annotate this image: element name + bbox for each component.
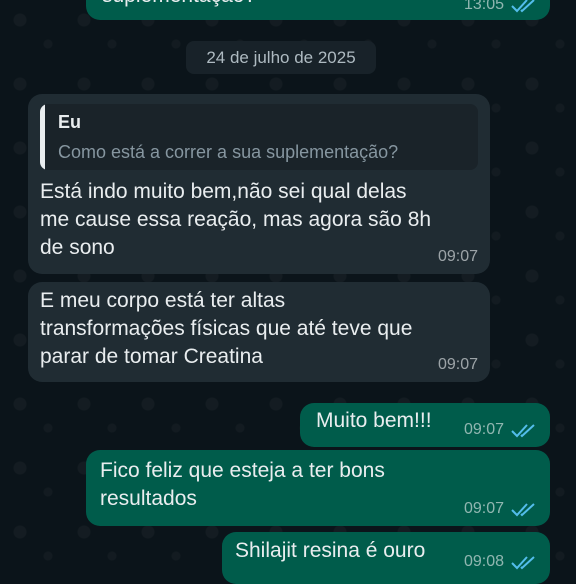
message-time: 09:07 — [463, 421, 504, 438]
message-time: 13:05 — [463, 0, 504, 13]
message-time: 09:07 — [437, 248, 478, 265]
message-text: Muito bem!!! — [316, 409, 432, 432]
quoted-reply[interactable]: Eu Como está a correr a sua suplementaçã… — [40, 104, 478, 170]
date-separator: 24 de julho de 2025 — [186, 41, 376, 74]
message-text: E meu corpo está ter altas transformaçõe… — [40, 289, 413, 368]
quote-author: Eu — [58, 112, 82, 132]
quote-text: Como está a correr a sua suplementação? — [58, 142, 399, 162]
message-bubble-outgoing[interactable]: Shilajit resina é ouro 09:08 — [222, 532, 550, 584]
message-meta: 09:07 — [464, 500, 538, 518]
message-time: 09:07 — [437, 356, 478, 373]
message-bubble-incoming[interactable]: Eu Como está a correr a sua suplementaçã… — [28, 94, 490, 274]
message-text: Shilajit resina é ouro — [235, 539, 426, 562]
message-text: suplementação? — [102, 0, 256, 10]
quote-accent-bar — [40, 104, 45, 170]
double-check-icon — [511, 556, 535, 570]
message-text: Fico feliz que esteja a ter bons resulta… — [100, 459, 385, 510]
double-check-icon — [511, 0, 535, 13]
message-text: Está indo muito bem,não sei qual delas m… — [40, 180, 432, 259]
message-meta: 09:07 — [464, 421, 538, 439]
message-time: 09:08 — [463, 553, 504, 570]
message-meta: 09:07 — [438, 248, 478, 266]
double-check-icon — [511, 503, 535, 517]
message-meta: 13:05 — [464, 0, 538, 14]
message-meta: 09:08 — [464, 553, 538, 571]
message-bubble-outgoing[interactable]: suplementação? 13:05 — [86, 0, 550, 20]
message-meta: 09:07 — [438, 356, 478, 374]
message-time: 09:07 — [463, 500, 504, 517]
message-bubble-outgoing[interactable]: Muito bem!!! 09:07 — [300, 403, 550, 447]
message-bubble-outgoing[interactable]: Fico feliz que esteja a ter bons resulta… — [86, 450, 550, 526]
message-bubble-incoming[interactable]: E meu corpo está ter altas transformaçõe… — [28, 282, 490, 382]
double-check-icon — [511, 424, 535, 438]
